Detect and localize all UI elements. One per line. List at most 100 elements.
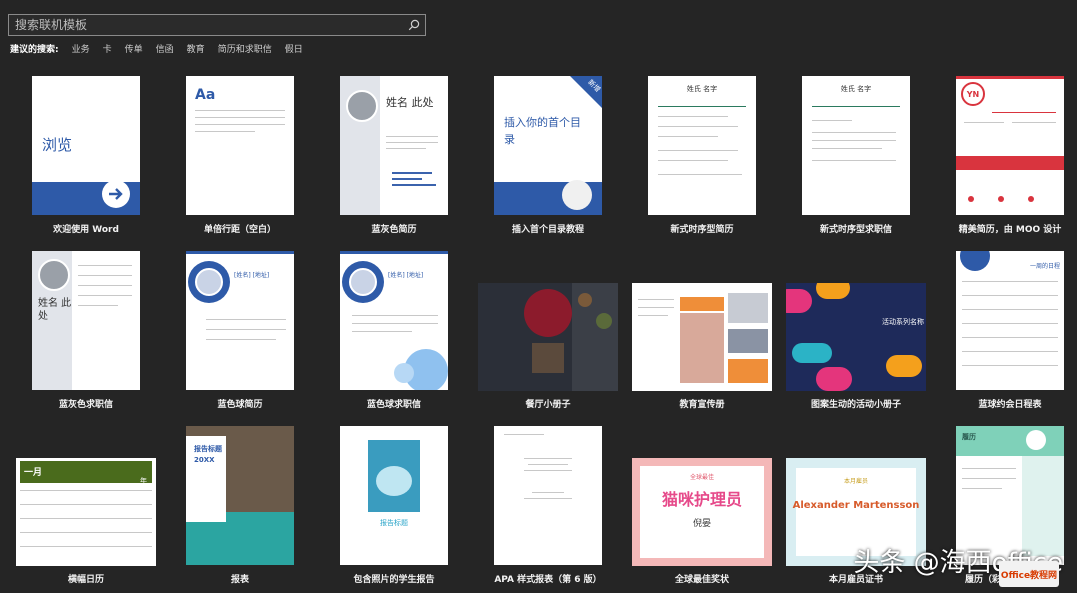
orange-block — [680, 297, 724, 311]
text-line — [658, 136, 718, 137]
template-caption: 全球最佳奖状 — [674, 575, 729, 585]
avatar — [346, 90, 378, 122]
search-button[interactable] — [403, 15, 425, 35]
pattern-shape — [792, 343, 832, 363]
template-caption: 蓝色球简历 — [217, 400, 263, 410]
ice-highlight — [376, 466, 412, 496]
suggest-link-education[interactable]: 教育 — [187, 42, 205, 55]
text-line — [812, 148, 882, 149]
template-thumbnail: 姓名 此处 — [340, 76, 448, 215]
food-photo — [532, 343, 564, 373]
search-icon — [408, 19, 420, 31]
report-year: 20XX — [194, 456, 215, 464]
template-thumbnail: 活动系列名称 — [786, 283, 926, 391]
template-thumbnail — [494, 426, 602, 565]
name-text: 姓氏 名字 — [840, 85, 872, 93]
suggest-link-resume[interactable]: 简历和求职信 — [218, 42, 272, 55]
suggested-label: 建议的搜索: — [10, 45, 59, 55]
name-text: [姓名] [地址] — [388, 272, 424, 279]
template-thumbnail: 浏览 — [32, 76, 140, 215]
text-line — [528, 464, 568, 465]
text-line — [658, 150, 738, 151]
template-thumbnail: 报告标题 20XX — [186, 426, 294, 565]
grid-line — [20, 546, 152, 547]
grid-line — [20, 490, 152, 491]
text-line — [658, 126, 738, 127]
suggest-link-holiday[interactable]: 假日 — [285, 42, 303, 55]
text-line — [962, 478, 1016, 479]
template-thumbnail: 姓氏 名字 — [648, 76, 756, 215]
skill-bar — [392, 172, 432, 174]
search-input[interactable] — [9, 18, 403, 32]
recipient-name: 倪晏 — [692, 519, 711, 529]
suggest-link-letter[interactable]: 信函 — [156, 42, 174, 55]
avatar — [1026, 430, 1046, 450]
template-caption: 图案生动的活动小册子 — [810, 400, 901, 410]
rating-dot — [998, 196, 1004, 202]
table-line — [962, 337, 1058, 338]
text-line — [195, 110, 285, 111]
browse-text: 浏览 — [42, 136, 73, 154]
text-line — [195, 117, 285, 118]
template-thumbnail: 全球最佳 猫咪护理员 倪晏 — [632, 458, 772, 566]
suggest-link-business[interactable]: 业务 — [72, 42, 90, 55]
text-line — [386, 148, 426, 149]
text-line — [195, 124, 285, 125]
toc-text: 插入你的首个目录 — [504, 116, 581, 146]
name-text: 姓名 此处 — [386, 96, 434, 109]
text-line — [812, 140, 896, 141]
text-line — [524, 470, 572, 471]
suggest-link-card[interactable]: 卡 — [103, 42, 112, 55]
text-line — [78, 295, 132, 296]
food-photo — [596, 313, 612, 329]
red-top-bar — [956, 76, 1064, 79]
month-text: 一月 — [24, 468, 43, 478]
suggest-link-flyer[interactable]: 传单 — [125, 42, 143, 55]
table-line — [962, 281, 1058, 282]
photo — [728, 329, 768, 353]
template-caption: 包含照片的学生报告 — [353, 575, 435, 585]
template-caption: 餐厅小册子 — [525, 400, 571, 410]
text-line — [638, 299, 674, 300]
table-line — [962, 309, 1058, 310]
template-thumbnail: 新增 插入你的首个目录 — [494, 76, 602, 215]
grid-line — [20, 518, 152, 519]
text-line — [658, 106, 746, 107]
avatar — [195, 268, 223, 296]
arrow-right-icon — [102, 180, 130, 208]
report-title: 报告标题 — [380, 519, 408, 527]
grid-line — [20, 532, 152, 533]
text-line — [638, 307, 674, 308]
skill-bar — [392, 178, 422, 180]
text-line — [78, 285, 132, 286]
template-thumbnail: 姓名 此处 — [32, 251, 140, 390]
award-badge: 全球最佳 — [689, 474, 714, 481]
award-title: 猫咪护理员 — [661, 490, 742, 509]
text-line — [524, 458, 572, 459]
red-circle — [524, 289, 572, 337]
template-caption: APA 样式报表（第 6 版） — [494, 575, 602, 585]
child-photo — [680, 313, 724, 383]
template-caption: 报表 — [230, 575, 249, 585]
text-line — [1012, 122, 1056, 123]
pattern-shape — [886, 355, 922, 377]
orange-block — [728, 359, 768, 383]
template-caption: 新式时序型求职信 — [819, 225, 892, 235]
text-line — [352, 323, 438, 324]
name-text: [姓名] [地址] — [234, 272, 270, 279]
text-line — [658, 116, 728, 117]
name-text: 姓氏 名字 — [686, 85, 718, 93]
suggested-searches: 建议的搜索: 业务 卡 传单 信函 教育 简历和求职信 假日 — [10, 42, 303, 55]
template-search-box[interactable] — [8, 14, 426, 36]
text-line — [962, 468, 1016, 469]
pattern-shape — [816, 283, 850, 299]
text-line — [206, 339, 276, 340]
template-thumbnail: 一周的日程 — [956, 251, 1064, 390]
rating-dot — [1028, 196, 1034, 202]
text-line — [964, 122, 1004, 123]
template-caption: 新式时序型简历 — [670, 225, 734, 235]
text-line — [206, 319, 286, 320]
template-thumbnail: 姓氏 名字 — [802, 76, 910, 215]
red-band — [956, 156, 1064, 170]
watermark-logo: Office教程网 — [999, 561, 1059, 587]
